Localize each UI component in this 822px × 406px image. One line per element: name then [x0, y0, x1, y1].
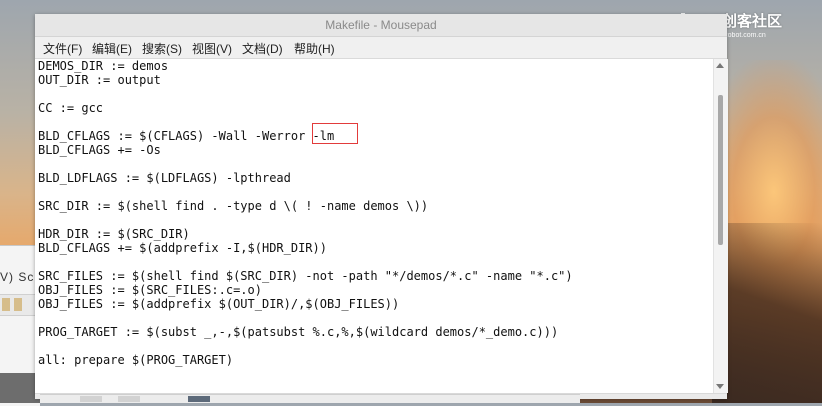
scroll-up-icon[interactable]	[716, 63, 724, 68]
scroll-down-icon[interactable]	[716, 384, 724, 389]
window-title: Makefile - Mousepad	[325, 18, 437, 32]
toolbar-icon	[14, 298, 22, 311]
code-line[interactable]: OUT_DIR := output	[38, 73, 161, 87]
scroll-thumb[interactable]	[718, 95, 723, 245]
menu-help[interactable]: 帮助(H)	[294, 40, 335, 57]
code-line[interactable]: DEMOS_DIR := demos	[38, 59, 168, 73]
highlight-annotation-box	[312, 123, 358, 144]
code-line[interactable]: BLD_LDFLAGS := $(LDFLAGS) -lpthread	[38, 171, 291, 185]
code-line[interactable]: BLD_CFLAGS += $(addprefix -I,$(HDR_DIR))	[38, 241, 327, 255]
toolbar-icon	[2, 298, 10, 311]
menu-document[interactable]: 文档(D)	[242, 40, 283, 57]
menu-edit[interactable]: 编辑(E)	[92, 40, 132, 57]
window-titlebar[interactable]: Makefile - Mousepad	[35, 14, 727, 37]
vertical-scrollbar[interactable]	[713, 59, 728, 393]
menu-bar: 文件(F) 编辑(E) 搜索(S) 视图(V) 文档(D) 帮助(H)	[35, 37, 727, 59]
background-window-toolbar	[0, 294, 36, 316]
menu-search[interactable]: 搜索(S)	[142, 40, 182, 57]
code-line[interactable]: OBJ_FILES := $(addprefix $(OUT_DIR)/,$(O…	[38, 297, 399, 311]
code-line[interactable]: BLD_CFLAGS += -Os	[38, 143, 161, 157]
code-line[interactable]: CC := gcc	[38, 101, 103, 115]
code-line[interactable]: SRC_FILES := $(shell find $(SRC_DIR) -no…	[38, 269, 573, 283]
code-line[interactable]: SRC_DIR := $(shell find . -type d \( ! -…	[38, 199, 428, 213]
code-line[interactable]: HDR_DIR := $(SRC_DIR)	[38, 227, 190, 241]
code-line[interactable]: OBJ_FILES := $(SRC_FILES:.c=.o)	[38, 283, 262, 297]
desktop-mountain	[712, 223, 822, 403]
taskbar-button[interactable]	[80, 396, 102, 402]
background-window-menu: V) Sc	[0, 270, 35, 284]
code-line[interactable]: all: prepare $(PROG_TARGET)	[38, 353, 233, 367]
menu-file[interactable]: 文件(F)	[43, 40, 82, 57]
code-line[interactable]: BLD_CFLAGS := $(CFLAGS) -Wall -Werror -l…	[38, 129, 334, 143]
background-window-status	[0, 373, 40, 403]
taskbar-button-active[interactable]	[188, 396, 210, 402]
text-editor[interactable]: DEMOS_DIR := demos OUT_DIR := output CC …	[35, 59, 713, 393]
mousepad-window: Makefile - Mousepad 文件(F) 编辑(E) 搜索(S) 视图…	[35, 14, 728, 399]
taskbar-button[interactable]	[118, 396, 140, 402]
code-line[interactable]: PROG_TARGET := $(subst _,-,$(patsubst %.…	[38, 325, 558, 339]
taskbar-fragment	[40, 394, 580, 403]
menu-view[interactable]: 视图(V)	[192, 40, 232, 57]
